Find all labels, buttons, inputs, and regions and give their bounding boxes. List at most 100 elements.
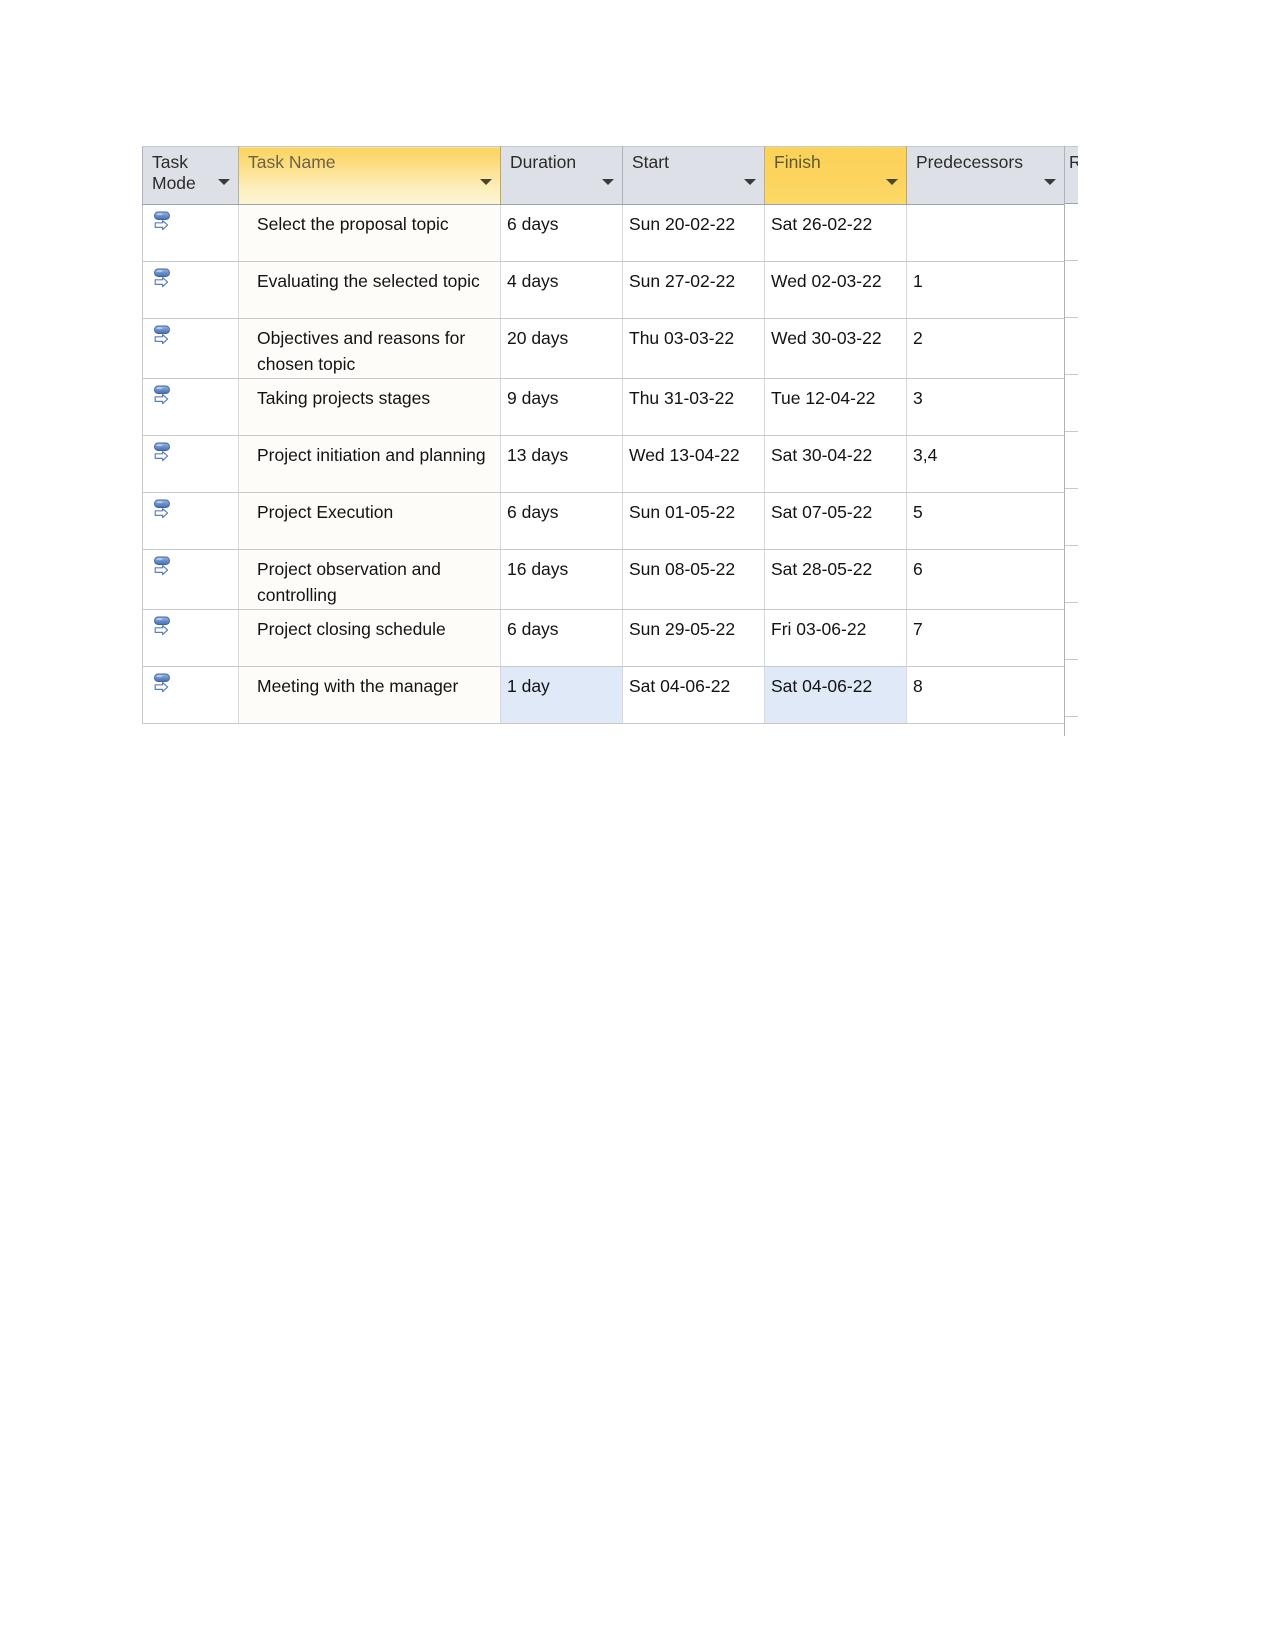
chevron-down-icon[interactable] bbox=[602, 176, 615, 189]
cell-predecessors[interactable]: 3,4 bbox=[906, 435, 1065, 493]
auto-scheduled-icon[interactable] bbox=[153, 556, 238, 578]
cell-predecessors-text: 3,4 bbox=[913, 444, 938, 465]
cell-finish[interactable]: Sat 30-04-22 bbox=[764, 435, 907, 493]
cell-predecessors[interactable]: 3 bbox=[906, 378, 1065, 436]
column-header-task-mode[interactable]: Task Mode bbox=[142, 146, 239, 205]
clipped-row bbox=[1065, 546, 1078, 603]
clipped-row bbox=[1065, 660, 1078, 717]
table-row[interactable]: Project closing schedule 6 days Sun 29-05-… bbox=[142, 609, 1065, 667]
cell-start[interactable]: Sat 04-06-22 bbox=[622, 666, 765, 724]
cell-duration[interactable]: 4 days bbox=[500, 261, 623, 319]
cell-predecessors[interactable]: 6 bbox=[906, 549, 1065, 610]
cell-predecessors[interactable]: 8 bbox=[906, 666, 1065, 724]
clipped-row bbox=[1065, 375, 1078, 432]
cell-duration[interactable]: 13 days bbox=[500, 435, 623, 493]
cell-duration[interactable]: 20 days bbox=[500, 318, 623, 379]
table-row[interactable]: Objectives and reasons for chosen topic 2… bbox=[142, 318, 1065, 379]
column-header-finish[interactable]: Finish bbox=[764, 146, 907, 205]
cell-duration[interactable]: 1 day bbox=[500, 666, 623, 724]
cell-finish[interactable]: Sat 26-02-22 bbox=[764, 204, 907, 262]
cell-start[interactable]: Sun 08-05-22 bbox=[622, 549, 765, 610]
cell-task-name[interactable]: Evaluating the selected topic bbox=[238, 261, 501, 319]
column-header-duration[interactable]: Duration bbox=[500, 146, 623, 205]
column-header-task-name[interactable]: Task Name bbox=[238, 146, 501, 205]
cell-task-mode[interactable] bbox=[142, 666, 239, 724]
cell-start-text: Sun 27-02-22 bbox=[629, 271, 736, 291]
cell-predecessors[interactable]: 2 bbox=[906, 318, 1065, 379]
chevron-down-icon[interactable] bbox=[1044, 176, 1057, 189]
chevron-down-icon[interactable] bbox=[480, 176, 493, 189]
cell-predecessors[interactable] bbox=[906, 204, 1065, 262]
cell-task-name[interactable]: Objectives and reasons for chosen topic bbox=[238, 318, 501, 379]
cell-task-name[interactable]: Select the proposal topic bbox=[238, 204, 501, 262]
cell-predecessors-text: 5 bbox=[913, 501, 923, 522]
cell-duration[interactable]: 6 days bbox=[500, 204, 623, 262]
cell-start[interactable]: Wed 13-04-22 bbox=[622, 435, 765, 493]
cell-duration[interactable]: 6 days bbox=[500, 492, 623, 550]
cell-task-mode[interactable] bbox=[142, 549, 239, 610]
cell-duration[interactable]: 16 days bbox=[500, 549, 623, 610]
chevron-down-icon[interactable] bbox=[744, 176, 757, 189]
cell-finish[interactable]: Sat 04-06-22 bbox=[764, 666, 907, 724]
table-header: Task Mode Task Name Duration Start Finis… bbox=[142, 146, 1065, 205]
cell-task-name-text: Taking projects stages bbox=[257, 387, 431, 408]
table-row[interactable]: Project Execution 6 days Sun 01-05-22 Sat 0… bbox=[142, 492, 1065, 550]
table-row[interactable]: Meeting with the manager 1 day Sat 04-06-2… bbox=[142, 666, 1065, 724]
cell-task-name[interactable]: Taking projects stages bbox=[238, 378, 501, 436]
clipped-row bbox=[1065, 432, 1078, 489]
chevron-down-icon[interactable] bbox=[218, 176, 231, 189]
auto-scheduled-icon[interactable] bbox=[153, 499, 238, 521]
cell-task-name[interactable]: Project observation and controlling bbox=[238, 549, 501, 610]
cell-predecessors-text: 1 bbox=[913, 271, 923, 291]
cell-task-name[interactable]: Project initiation and planning bbox=[238, 435, 501, 493]
cell-task-mode[interactable] bbox=[142, 378, 239, 436]
chevron-down-icon[interactable] bbox=[886, 176, 899, 189]
cell-finish-text: Tue 12-04-22 bbox=[771, 387, 876, 408]
cell-task-mode[interactable] bbox=[142, 204, 239, 262]
task-table: Task Mode Task Name Duration Start Finis… bbox=[142, 146, 1065, 724]
clipped-row bbox=[1065, 261, 1078, 318]
cell-finish[interactable]: Wed 30-03-22 bbox=[764, 318, 907, 379]
table-row[interactable]: Evaluating the selected topic 4 days Sun 2… bbox=[142, 261, 1065, 319]
cell-task-name[interactable]: Meeting with the manager bbox=[238, 666, 501, 724]
cell-task-name[interactable]: Project closing schedule bbox=[238, 609, 501, 667]
cell-task-mode[interactable] bbox=[142, 609, 239, 667]
cell-task-name[interactable]: Project Execution bbox=[238, 492, 501, 550]
cell-task-mode[interactable] bbox=[142, 435, 239, 493]
cell-start[interactable]: Sun 27-02-22 bbox=[622, 261, 765, 319]
cell-start[interactable]: Sun 01-05-22 bbox=[622, 492, 765, 550]
cell-task-mode[interactable] bbox=[142, 318, 239, 379]
table-row[interactable]: Select the proposal topic 6 days Sun 20-02… bbox=[142, 204, 1065, 262]
column-header-start[interactable]: Start bbox=[622, 146, 765, 205]
table-row[interactable]: Project initiation and planning 13 days We… bbox=[142, 435, 1065, 493]
auto-scheduled-icon[interactable] bbox=[153, 616, 238, 638]
cell-finish[interactable]: Wed 02-03-22 bbox=[764, 261, 907, 319]
column-header-predecessors[interactable]: Predecessors bbox=[906, 146, 1065, 205]
cell-start-text: Thu 03-03-22 bbox=[629, 328, 735, 348]
cell-finish[interactable]: Fri 03-06-22 bbox=[764, 609, 907, 667]
cell-finish[interactable]: Sat 07-05-22 bbox=[764, 492, 907, 550]
cell-start[interactable]: Sun 29-05-22 bbox=[622, 609, 765, 667]
cell-finish[interactable]: Tue 12-04-22 bbox=[764, 378, 907, 436]
auto-scheduled-icon[interactable] bbox=[153, 442, 238, 464]
auto-scheduled-icon[interactable] bbox=[153, 385, 238, 407]
cell-predecessors[interactable]: 7 bbox=[906, 609, 1065, 667]
auto-scheduled-icon[interactable] bbox=[153, 673, 238, 695]
cell-task-mode[interactable] bbox=[142, 492, 239, 550]
auto-scheduled-icon[interactable] bbox=[153, 268, 238, 290]
table-row[interactable]: Project observation and controlling 16 da… bbox=[142, 549, 1065, 610]
cell-finish[interactable]: Sat 28-05-22 bbox=[764, 549, 907, 610]
cell-duration[interactable]: 9 days bbox=[500, 378, 623, 436]
cell-predecessors[interactable]: 5 bbox=[906, 492, 1065, 550]
cell-duration[interactable]: 6 days bbox=[500, 609, 623, 667]
cell-predecessors[interactable]: 1 bbox=[906, 261, 1065, 319]
cell-start[interactable]: Sun 20-02-22 bbox=[622, 204, 765, 262]
cell-start-text: Sun 20-02-22 bbox=[629, 214, 736, 234]
cell-start[interactable]: Thu 31-03-22 bbox=[622, 378, 765, 436]
auto-scheduled-icon[interactable] bbox=[153, 211, 238, 233]
auto-scheduled-icon[interactable] bbox=[153, 325, 238, 347]
table-row[interactable]: Taking projects stages 9 days Thu 31-03-22… bbox=[142, 378, 1065, 436]
cell-start[interactable]: Thu 03-03-22 bbox=[622, 318, 765, 379]
cell-task-mode[interactable] bbox=[142, 261, 239, 319]
cell-duration-text: 6 days bbox=[507, 214, 559, 234]
